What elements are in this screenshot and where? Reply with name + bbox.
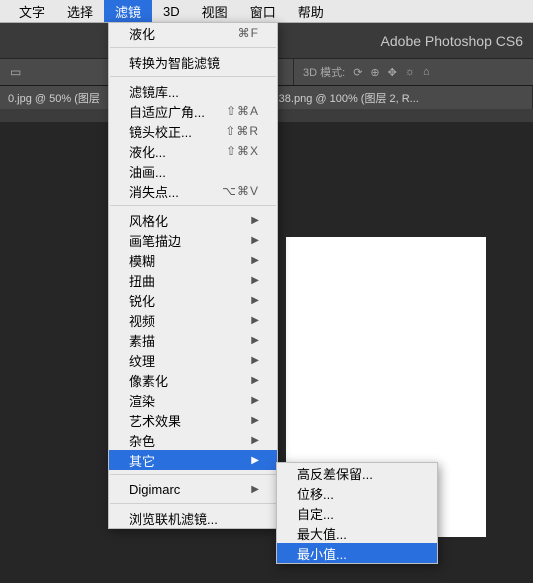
menu-view[interactable]: 视图 — [191, 0, 239, 22]
doc-tab-1[interactable]: 0.jpg @ 50% (图层 — [0, 86, 117, 109]
menu-item-video[interactable]: 视频▶ — [109, 310, 277, 330]
submenu-highpass[interactable]: 高反差保留... — [277, 463, 437, 483]
menu-item-adaptive[interactable]: 自适应广角...⇧⌘A — [109, 101, 277, 121]
submenu-custom[interactable]: 自定... — [277, 503, 437, 523]
menu-help[interactable]: 帮助 — [287, 0, 335, 22]
menu-filter[interactable]: 滤镜 — [104, 0, 152, 22]
menu-item-texture[interactable]: 纹理▶ — [109, 350, 277, 370]
other-submenu: 高反差保留... 位移... 自定... 最大值... 最小值... — [276, 462, 438, 564]
menu-item-last-filter[interactable]: 液化 ⌘F — [109, 23, 277, 43]
filter-menu: 液化 ⌘F 转换为智能滤镜 滤镜库... 自适应广角...⇧⌘A 镜头校正...… — [108, 22, 278, 529]
separator — [110, 474, 276, 475]
separator — [110, 47, 276, 48]
chevron-right-icon: ▶ — [251, 235, 259, 246]
orbit-icon[interactable]: ⟳ — [353, 66, 362, 79]
light-icon[interactable]: ☼ — [405, 66, 415, 78]
pan-icon[interactable]: ⊕ — [370, 66, 379, 79]
submenu-maximum[interactable]: 最大值... — [277, 523, 437, 543]
menu-item-brush[interactable]: 画笔描边▶ — [109, 230, 277, 250]
chevron-right-icon: ▶ — [251, 415, 259, 426]
label-3d-mode: 3D 模式: — [303, 64, 345, 80]
chevron-right-icon: ▶ — [251, 255, 259, 266]
menu-select[interactable]: 选择 — [56, 0, 104, 22]
move-icon[interactable]: ✥ — [388, 66, 397, 79]
menu-item-liquify[interactable]: 液化...⇧⌘X — [109, 141, 277, 161]
separator — [110, 205, 276, 206]
app-title: Adobe Photoshop CS6 — [381, 33, 523, 49]
menu-item-oilpaint[interactable]: 油画... — [109, 161, 277, 181]
menu-item-distort[interactable]: 扭曲▶ — [109, 270, 277, 290]
camera-icon[interactable]: ⌂ — [423, 66, 430, 78]
chevron-right-icon: ▶ — [251, 295, 259, 306]
separator — [110, 76, 276, 77]
menu-item-sharpen[interactable]: 锐化▶ — [109, 290, 277, 310]
chevron-right-icon: ▶ — [251, 315, 259, 326]
menu-item-vanishing[interactable]: 消失点...⌥⌘V — [109, 181, 277, 201]
chevron-right-icon: ▶ — [251, 484, 259, 495]
chevron-right-icon: ▶ — [251, 375, 259, 386]
chevron-right-icon: ▶ — [251, 275, 259, 286]
menu-item-blur[interactable]: 模糊▶ — [109, 250, 277, 270]
submenu-offset[interactable]: 位移... — [277, 483, 437, 503]
chevron-right-icon: ▶ — [251, 355, 259, 366]
menu-item-digimarc[interactable]: Digimarc▶ — [109, 479, 277, 499]
chevron-right-icon: ▶ — [251, 435, 259, 446]
submenu-minimum[interactable]: 最小值... — [277, 543, 437, 563]
chevron-right-icon: ▶ — [251, 335, 259, 346]
menu-item-artistic[interactable]: 艺术效果▶ — [109, 410, 277, 430]
chevron-right-icon: ▶ — [251, 215, 259, 226]
menu-3d[interactable]: 3D — [152, 0, 191, 22]
menu-item-stylize[interactable]: 风格化▶ — [109, 210, 277, 230]
chevron-right-icon: ▶ — [251, 455, 259, 466]
menu-item-lens[interactable]: 镜头校正...⇧⌘R — [109, 121, 277, 141]
menu-window[interactable]: 窗口 — [239, 0, 287, 22]
menu-item-pixelate[interactable]: 像素化▶ — [109, 370, 277, 390]
menubar: 文字 选择 滤镜 3D 视图 窗口 帮助 — [0, 0, 533, 23]
menu-text[interactable]: 文字 — [8, 0, 56, 22]
menu-item-noise[interactable]: 杂色▶ — [109, 430, 277, 450]
menu-item-gallery[interactable]: 滤镜库... — [109, 81, 277, 101]
chevron-right-icon: ▶ — [251, 395, 259, 406]
menu-item-smart-filter[interactable]: 转换为智能滤镜 — [109, 52, 277, 72]
menu-item-render[interactable]: 渲染▶ — [109, 390, 277, 410]
menu-item-sketch[interactable]: 素描▶ — [109, 330, 277, 350]
separator — [110, 503, 276, 504]
menu-item-browse-online[interactable]: 浏览联机滤镜... — [109, 508, 277, 528]
menu-item-other[interactable]: 其它▶ — [109, 450, 277, 470]
tool-icon[interactable]: ▭ — [10, 65, 21, 79]
